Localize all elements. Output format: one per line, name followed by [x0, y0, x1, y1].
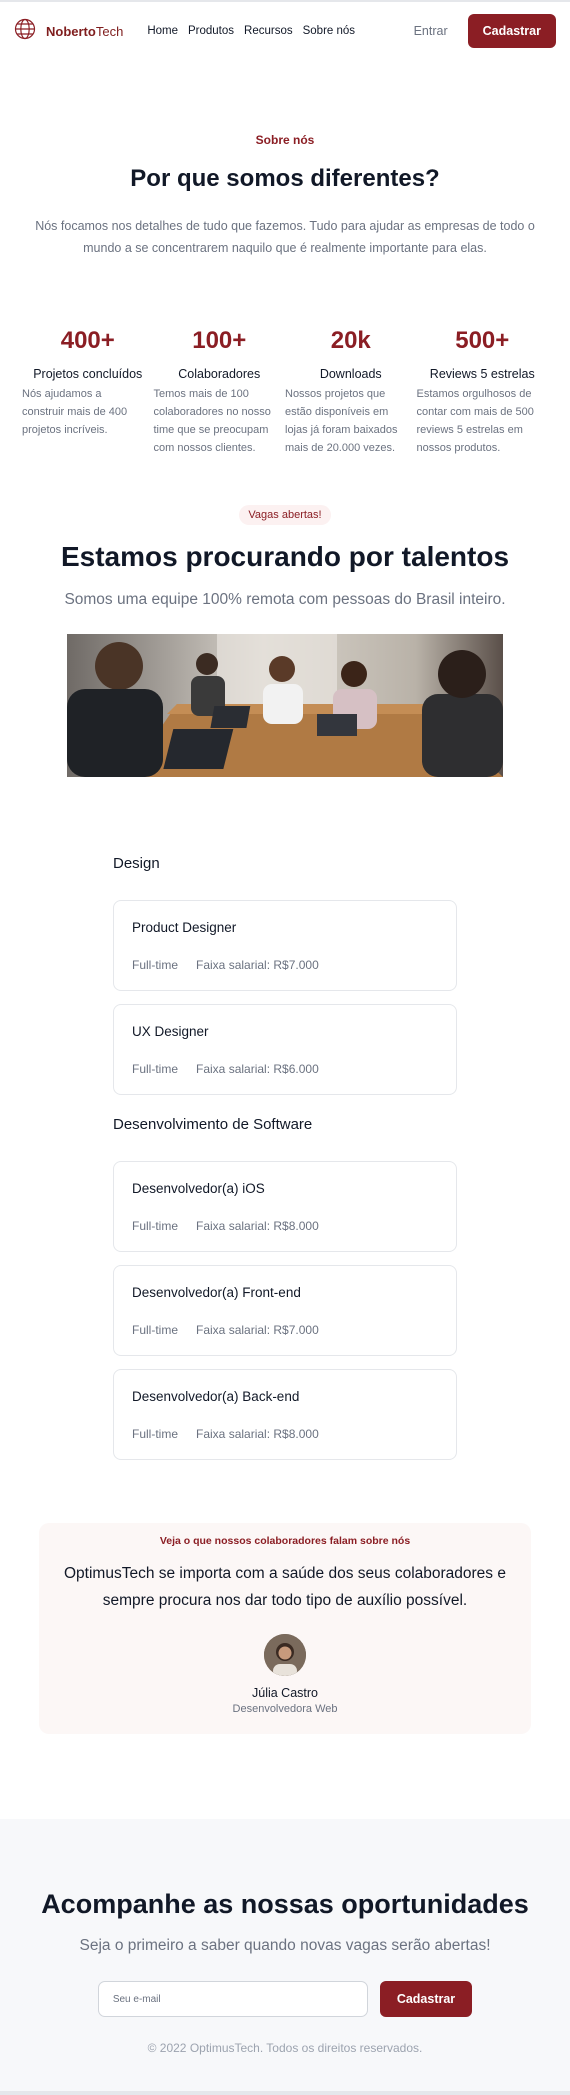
stat-number: 20k [330, 327, 371, 354]
talents-section: Vagas abertas! Estamos procurando por ta… [0, 505, 570, 609]
job-salary: Faixa salarial: R$8.000 [196, 1218, 319, 1233]
testimonial-name: Júlia Castro [252, 1686, 318, 1700]
stat-title: Downloads [319, 367, 382, 381]
nav-produtos[interactable]: Produtos [188, 25, 234, 37]
avatar [264, 1634, 306, 1676]
department-heading: Desenvolvimento de Software [113, 1116, 313, 1133]
job-card[interactable]: UX Designer Full-time Faixa salarial: R$6… [113, 1004, 457, 1095]
stat-item: 100+ Colaboradores Temos mais de 100 col… [154, 327, 286, 457]
job-title: Desenvolvedor(a) Back-end [132, 1388, 300, 1404]
about-eyebrow: Sobre nós [255, 133, 315, 147]
job-type: Full-time [132, 1426, 179, 1441]
newsletter-section: Acompanhe as nossas oportunidades Seja o… [0, 1819, 570, 2095]
jobs-section: Design Product Designer Full-time Faixa s… [113, 855, 457, 1460]
job-salary: Faixa salarial: R$6.000 [196, 1061, 319, 1076]
job-type: Full-time [132, 1322, 179, 1337]
newsletter-signup-button[interactable]: Cadastrar [379, 1981, 473, 2017]
testimonial-quote: OptimusTech se importa com a saúde dos s… [64, 1565, 506, 1609]
job-title: Desenvolvedor(a) iOS [132, 1180, 265, 1196]
stat-title: Projetos concluídos [33, 367, 143, 381]
newsletter-subtitle: Seja o primeiro a saber quando novas vag… [79, 1937, 491, 1954]
stat-item: 20k Downloads Nossos projetos que estão … [285, 327, 417, 457]
stat-title: Colaboradores [178, 367, 261, 381]
main-nav: Home Produtos Recursos Sobre nós [147, 25, 355, 37]
stat-description: Nossos projetos que estão disponíveis em… [285, 388, 398, 454]
stat-number: 100+ [192, 327, 247, 354]
stat-description: Estamos orgulhosos de contar com mais de… [416, 388, 534, 454]
stat-number: 400+ [60, 327, 115, 354]
about-section: Sobre nós Por que somos diferentes? Nós … [0, 60, 570, 259]
nav-home[interactable]: Home [147, 25, 178, 37]
copyright: © 2022 OptimusTech. Todos os direitos re… [147, 2041, 423, 2055]
job-title: Product Designer [132, 919, 237, 935]
job-card[interactable]: Product Designer Full-time Faixa salarial… [113, 900, 457, 991]
stat-item: 400+ Projetos concluídos Nós ajudamos a … [22, 327, 154, 457]
job-type: Full-time [132, 957, 179, 972]
newsletter-title: Acompanhe as nossas oportunidades [41, 1889, 529, 1919]
talents-subtitle: Somos uma equipe 100% remota com pessoas… [64, 591, 506, 608]
stat-item: 500+ Reviews 5 estrelas Estamos orgulhos… [417, 327, 549, 457]
signup-button[interactable]: Cadastrar [467, 14, 556, 48]
talents-title: Estamos procurando por talentos [60, 541, 510, 572]
bottom-border [0, 2091, 570, 2095]
job-type: Full-time [132, 1061, 179, 1076]
nav-sobre-nos[interactable]: Sobre nós [303, 25, 355, 37]
job-salary: Faixa salarial: R$8.000 [196, 1426, 319, 1441]
stat-description: Temos mais de 100 colaboradores no nosso… [153, 388, 271, 454]
job-card[interactable]: Desenvolvedor(a) Front-end Full-time Faix… [113, 1265, 457, 1356]
testimonial-label: Veja o que nossos colaboradores falam so… [159, 1535, 411, 1547]
email-input[interactable] [97, 1981, 368, 2017]
job-salary: Faixa salarial: R$7.000 [196, 1322, 319, 1337]
site-header: NobertoTech Home Produtos Recursos Sobre… [0, 2, 570, 60]
stat-title: Reviews 5 estrelas [429, 367, 535, 381]
subscribe-form: Cadastrar [0, 1981, 570, 2017]
testimonial-role: Desenvolvedora Web [232, 1703, 338, 1715]
job-type: Full-time [132, 1218, 179, 1233]
about-description: Nós focamos nos detalhes de tudo que faz… [35, 219, 535, 255]
about-title: Por que somos diferentes? [130, 165, 440, 192]
nav-recursos[interactable]: Recursos [244, 25, 293, 37]
team-photo [67, 634, 503, 777]
open-positions-badge: Vagas abertas! [239, 505, 331, 525]
brand-name: NobertoTech [46, 23, 124, 39]
stat-number: 500+ [455, 327, 510, 354]
login-link[interactable]: Entrar [414, 24, 448, 38]
job-title: Desenvolvedor(a) Front-end [132, 1284, 301, 1300]
testimonial-card: Veja o que nossos colaboradores falam so… [39, 1523, 531, 1734]
stats-section: 400+ Projetos concluídos Nós ajudamos a … [0, 327, 570, 457]
stat-description: Nós ajudamos a construir mais de 400 pro… [22, 388, 128, 436]
job-title: UX Designer [132, 1023, 209, 1039]
job-card[interactable]: Desenvolvedor(a) Back-end Full-time Faixa… [113, 1369, 457, 1460]
job-salary: Faixa salarial: R$7.000 [196, 957, 319, 972]
job-card[interactable]: Desenvolvedor(a) iOS Full-time Faixa sala… [113, 1161, 457, 1252]
department-heading: Design [113, 855, 160, 872]
globe-icon [14, 18, 36, 45]
brand-logo[interactable]: NobertoTech [14, 18, 123, 45]
